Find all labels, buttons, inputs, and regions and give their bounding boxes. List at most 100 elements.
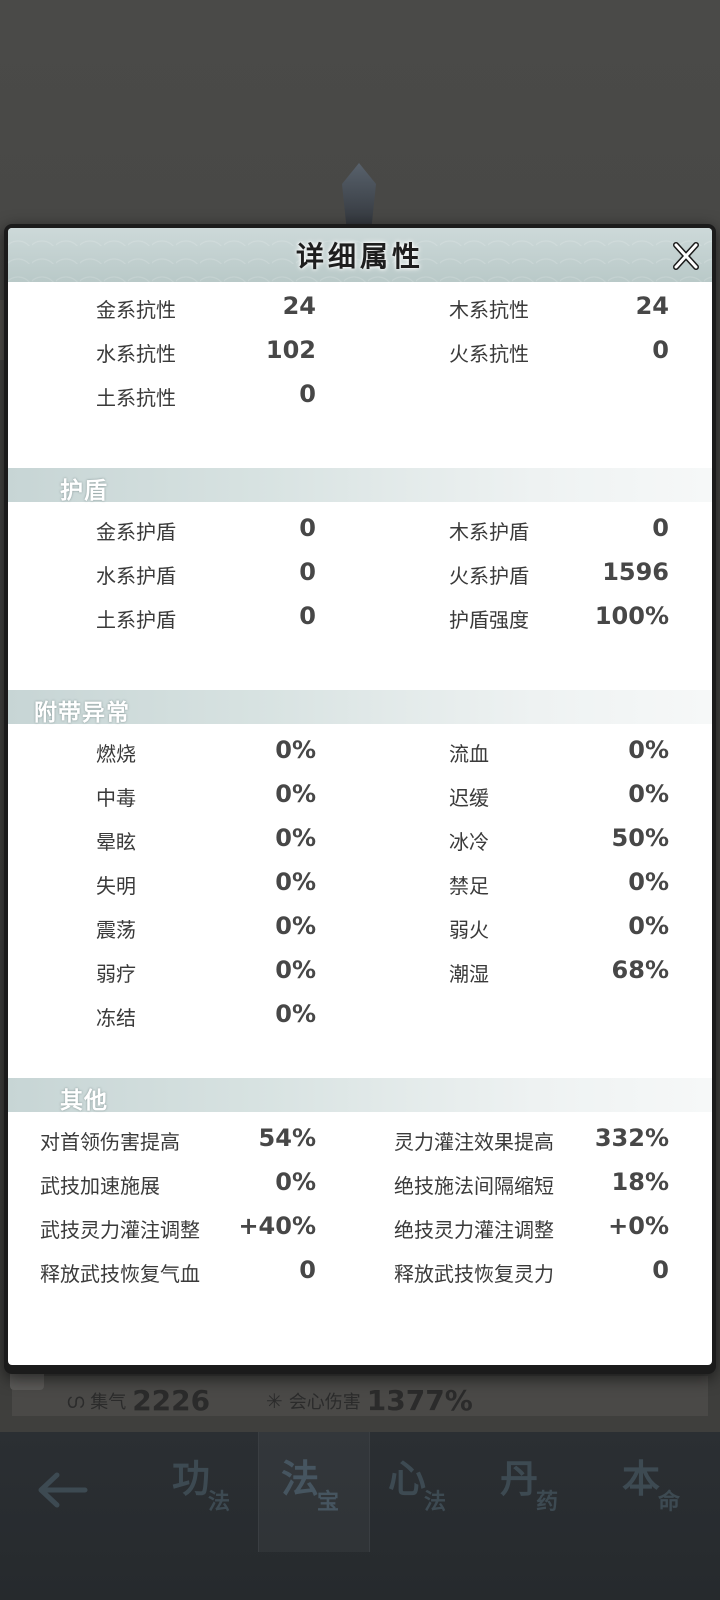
attr-value: 0 — [299, 602, 316, 630]
tab-gongfa[interactable]: 功 法 — [150, 1432, 260, 1552]
attr-row: 水系抗性 102 火系抗性 0 — [8, 336, 712, 366]
attr-value: 24 — [282, 292, 316, 320]
attr-row: 中毒 0% 迟缓 0% — [8, 780, 712, 810]
attr-label: 流血 — [449, 742, 489, 766]
attr-row: 释放武技恢复气血 0 释放武技恢复灵力 0 — [8, 1256, 712, 1286]
tab-sub-label: 命 — [658, 1489, 681, 1515]
tab-main-label: 本 — [622, 1456, 661, 1501]
close-button[interactable] — [666, 236, 706, 276]
attr-label: 弱火 — [449, 918, 489, 942]
tab-benming[interactable]: 本 命 — [600, 1432, 710, 1552]
attr-value: 0% — [628, 736, 669, 764]
section-header-other: 其他 — [8, 1078, 712, 1114]
tab-main-label: 法 — [281, 1456, 320, 1501]
attr-label: 火系抗性 — [449, 342, 529, 366]
section-header-shield: 护盾 — [8, 468, 712, 504]
attr-label: 冰冷 — [449, 830, 489, 854]
tab-xinfa[interactable]: 心 法 — [366, 1432, 476, 1552]
attr-value: 0 — [652, 1256, 669, 1284]
dialog-content: 金系抗性 24 木系抗性 24 水系抗性 102 火系抗性 0 土系抗性 0 护… — [8, 282, 712, 1362]
tab-sub-label: 法 — [208, 1489, 231, 1515]
attr-label: 对首领伤害提高 — [40, 1130, 180, 1154]
attr-value: 0% — [628, 912, 669, 940]
attr-value: 0% — [275, 736, 316, 764]
section-title: 附带异常 — [34, 700, 130, 726]
attr-value: 0% — [275, 780, 316, 808]
attr-row: 金系抗性 24 木系抗性 24 — [8, 292, 712, 322]
attr-label: 土系护盾 — [96, 608, 176, 632]
attr-label: 金系抗性 — [96, 298, 176, 322]
tab-fabao[interactable]: 法 宝 — [258, 1432, 370, 1552]
bottom-nav: 功 法 法 宝 心 法 丹 药 本 命 — [0, 1432, 720, 1600]
attr-value: 68% — [611, 956, 669, 984]
attr-label: 灵力灌注效果提高 — [394, 1130, 554, 1154]
attr-row: 对首领伤害提高 54% 灵力灌注效果提高 332% — [8, 1124, 712, 1154]
section-title: 其他 — [60, 1088, 108, 1114]
attr-label: 潮湿 — [449, 962, 489, 986]
crit-value: 1377% — [366, 1384, 473, 1417]
tab-sub-label: 宝 — [317, 1489, 340, 1515]
attr-value: 0 — [299, 380, 316, 408]
attr-label: 护盾强度 — [449, 608, 529, 632]
tab-main-label: 心 — [388, 1456, 427, 1501]
tab-sub-label: 药 — [536, 1489, 559, 1515]
attr-label: 武技灵力灌注调整 — [40, 1218, 200, 1242]
attr-label: 木系护盾 — [449, 520, 529, 544]
attr-row: 震荡 0% 弱火 0% — [8, 912, 712, 942]
detail-attributes-dialog: 详细属性 金系抗性 24 木系抗性 24 水系抗性 102 火系抗性 0 土系抗… — [4, 224, 716, 1374]
attr-row: 金系护盾 0 木系护盾 0 — [8, 514, 712, 544]
attr-value: 0 — [299, 514, 316, 542]
attr-value: 332% — [594, 1124, 669, 1152]
star-burst-icon: ✳ — [266, 1388, 283, 1413]
crit-label: 会心伤害 — [288, 1391, 361, 1413]
dialog-title-bar: 详细属性 — [8, 228, 712, 282]
attr-row: 土系护盾 0 护盾强度 100% — [8, 602, 712, 632]
tab-sub-label: 法 — [424, 1489, 447, 1515]
attr-label: 冻结 — [96, 1006, 136, 1030]
attr-row: 水系护盾 0 火系护盾 1596 — [8, 558, 712, 588]
back-button[interactable] — [30, 1462, 94, 1518]
attr-row: 土系抗性 0 — [8, 380, 712, 410]
attr-row: 武技加速施展 0% 绝技施法间隔缩短 18% — [8, 1168, 712, 1198]
close-icon — [673, 242, 699, 270]
attr-label: 土系抗性 — [96, 386, 176, 410]
attr-row: 武技灵力灌注调整 +40% 绝技灵力灌注调整 +0% — [8, 1212, 712, 1242]
attr-value: 0 — [299, 1256, 316, 1284]
attr-value: 0% — [275, 956, 316, 984]
attr-label: 晕眩 — [96, 830, 136, 854]
attr-label: 水系护盾 — [96, 564, 176, 588]
attr-label: 水系抗性 — [96, 342, 176, 366]
attr-label: 火系护盾 — [449, 564, 529, 588]
attr-value: 18% — [611, 1168, 669, 1196]
section-header-ailment: 附带异常 — [8, 690, 712, 726]
attr-value: +0% — [608, 1212, 669, 1240]
attr-value: 50% — [611, 824, 669, 852]
attr-label: 弱疗 — [96, 962, 136, 986]
attr-value: 0 — [299, 558, 316, 586]
attr-value: 24 — [635, 292, 669, 320]
attr-label: 绝技施法间隔缩短 — [394, 1174, 554, 1198]
attr-label: 绝技灵力灌注调整 — [394, 1218, 554, 1242]
attr-label: 失明 — [96, 874, 136, 898]
attr-label: 燃烧 — [96, 742, 136, 766]
attr-label: 释放武技恢复气血 — [40, 1262, 200, 1286]
attr-value: 0% — [275, 1000, 316, 1028]
tab-danyao[interactable]: 丹 药 — [478, 1432, 588, 1552]
attr-label: 武技加速施展 — [40, 1174, 160, 1198]
attr-row: 冻结 0% — [8, 1000, 712, 1030]
attr-value: 0% — [628, 780, 669, 808]
attr-value: 0% — [628, 868, 669, 896]
attr-value: 1596 — [602, 558, 669, 586]
attr-label: 金系护盾 — [96, 520, 176, 544]
attr-value: 0% — [275, 868, 316, 896]
attr-value: 0 — [652, 514, 669, 542]
qi-label: 集气 — [90, 1391, 127, 1413]
dialog-body: 详细属性 金系抗性 24 木系抗性 24 水系抗性 102 火系抗性 0 土系抗… — [8, 228, 712, 1365]
attr-value: 0% — [275, 824, 316, 852]
qi-value: 2226 — [132, 1384, 211, 1417]
attr-value: 102 — [265, 336, 316, 364]
attr-label: 释放武技恢复灵力 — [394, 1262, 554, 1286]
section-title: 护盾 — [60, 478, 108, 504]
crit-stat: ✳ 会心伤害 1377% — [266, 1384, 473, 1417]
qi-stat: ഗ 集气 2226 — [66, 1384, 210, 1417]
